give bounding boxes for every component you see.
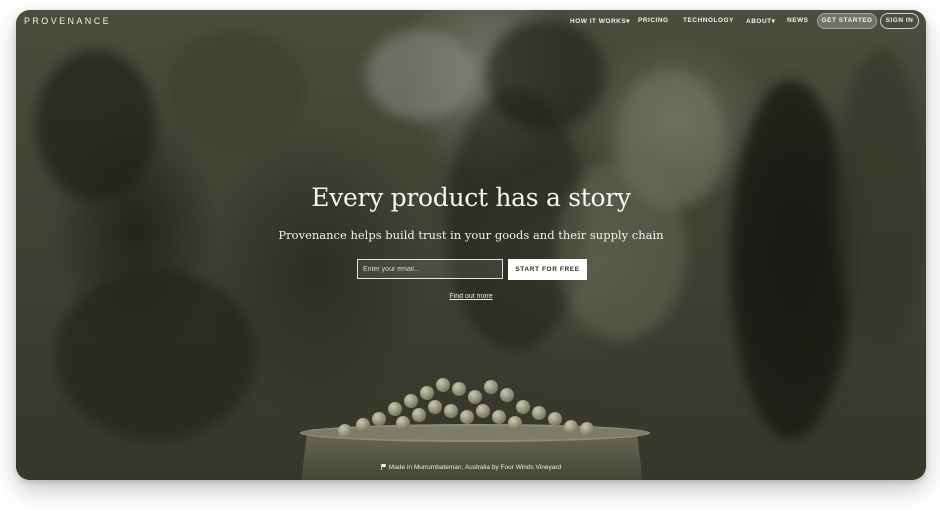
- hero-subheadline: Provenance helps build trust in your goo…: [278, 228, 664, 242]
- dark-overlay: [16, 10, 926, 480]
- chevron-down-icon: ▾: [771, 18, 776, 25]
- hero-headline: Every product has a story: [311, 183, 631, 212]
- nav-how-it-works[interactable]: HOW IT WORKS▾: [570, 17, 630, 25]
- grape: [444, 404, 458, 418]
- grape: [484, 380, 498, 394]
- grape: [516, 400, 530, 414]
- grape: [436, 378, 450, 392]
- photo-caption-text: Made in Murrumbateman, Australia by Four…: [388, 464, 562, 471]
- email-input[interactable]: [357, 259, 503, 279]
- grape: [388, 402, 402, 416]
- top-navigation: PROVENANCE HOW IT WORKS▾ PRICING TECHNOL…: [16, 10, 926, 32]
- nav-about-label: ABOUT: [746, 18, 772, 25]
- get-started-button[interactable]: GET STARTED: [817, 13, 877, 29]
- chevron-down-icon: ▾: [626, 18, 630, 25]
- photo-caption: Made in Murrumbateman, Australia by Four…: [16, 464, 926, 471]
- grape: [372, 412, 386, 426]
- grape: [420, 386, 434, 400]
- nav-technology[interactable]: TECHNOLOGY: [683, 17, 734, 24]
- nav-about[interactable]: ABOUT▾: [746, 17, 775, 25]
- browser-frame: PROVENANCE HOW IT WORKS▾ PRICING TECHNOL…: [16, 10, 926, 480]
- grape: [468, 390, 482, 404]
- grape: [460, 410, 474, 424]
- grape: [412, 408, 426, 422]
- provenance-logo[interactable]: PROVENANCE: [24, 16, 111, 26]
- grape: [356, 418, 370, 432]
- grape: [428, 400, 442, 414]
- grape: [500, 388, 514, 402]
- grape: [564, 420, 578, 434]
- grape: [492, 410, 506, 424]
- grape: [338, 424, 352, 438]
- grape: [508, 416, 522, 430]
- grape: [396, 416, 410, 430]
- sign-in-button[interactable]: SIGN IN: [880, 13, 919, 29]
- nav-pricing[interactable]: PRICING: [638, 17, 669, 24]
- nav-news[interactable]: NEWS: [787, 17, 809, 24]
- basket-rim: [300, 424, 650, 442]
- flag-icon: [380, 464, 386, 470]
- start-for-free-button[interactable]: START FOR FREE: [508, 259, 587, 280]
- grape: [532, 406, 546, 420]
- grape: [452, 382, 466, 396]
- grape: [548, 412, 562, 426]
- nav-how-it-works-label: HOW IT WORKS: [570, 18, 627, 25]
- grape: [580, 422, 594, 436]
- grape: [476, 404, 490, 418]
- grape: [404, 394, 418, 408]
- find-out-more-link[interactable]: Find out more: [16, 293, 926, 300]
